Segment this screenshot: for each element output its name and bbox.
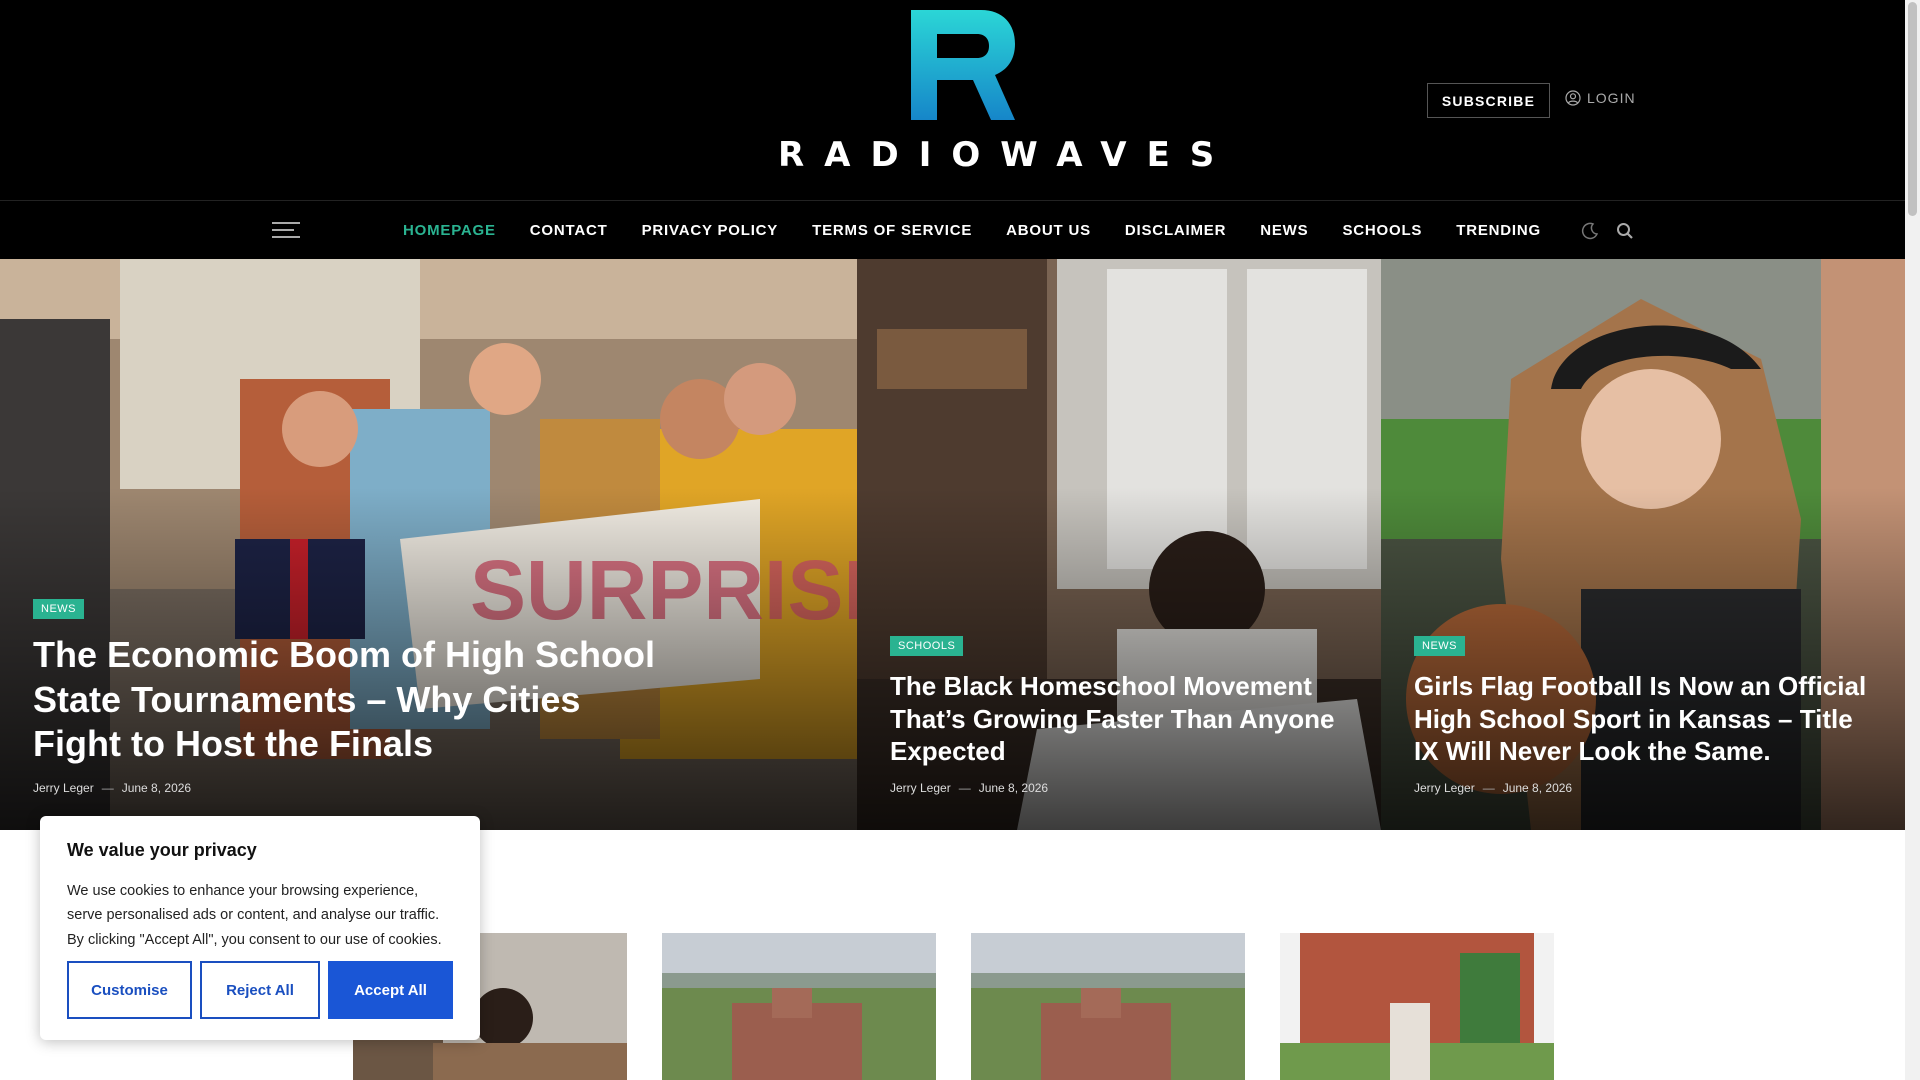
meta-separator: — <box>101 781 114 795</box>
nav-item-schools[interactable]: SCHOOLS <box>1342 222 1422 239</box>
user-icon <box>1565 90 1581 106</box>
featured-post-content: NEWS The Economic Boom of High School St… <box>33 599 827 795</box>
logo-mark-icon <box>911 10 1015 120</box>
category-badge[interactable]: NEWS <box>33 599 84 620</box>
nav-item-trending[interactable]: TRENDING <box>1456 222 1541 239</box>
post-thumbnail[interactable] <box>662 933 936 1080</box>
thumbnail-image <box>662 933 936 1080</box>
nav-item-news[interactable]: NEWS <box>1260 222 1308 239</box>
nav-item-contact[interactable]: CONTACT <box>530 222 608 239</box>
scrollbar-thumb[interactable] <box>1908 2 1917 216</box>
featured-post-title[interactable]: Girls Flag Football Is Now an Official H… <box>1414 670 1884 767</box>
subscribe-button[interactable]: SUBSCRIBE <box>1427 83 1550 118</box>
site-header: RADIOWAVES SUBSCRIBE LOGIN <box>0 0 1905 200</box>
cookie-buttons: Customise Reject All Accept All <box>67 961 453 1019</box>
featured-post-content: NEWS Girls Flag Football Is Now an Offic… <box>1414 636 1875 795</box>
cookie-title: We value your privacy <box>67 840 257 860</box>
post-date: June 8, 2026 <box>121 781 192 795</box>
thumbnail-image <box>1280 933 1554 1080</box>
post-date: June 8, 2026 <box>1502 781 1573 795</box>
logo-text: RADIOWAVES <box>778 135 1235 175</box>
accept-all-button[interactable]: Accept All <box>328 961 453 1019</box>
login-link[interactable]: LOGIN <box>1565 90 1636 106</box>
menu-icon[interactable] <box>272 222 300 240</box>
site-logo[interactable]: RADIOWAVES <box>758 10 1214 175</box>
meta-separator: — <box>1482 781 1495 795</box>
nav-item-privacy-policy[interactable]: PRIVACY POLICY <box>642 222 779 239</box>
meta-separator: — <box>958 781 971 795</box>
post-thumbnail[interactable] <box>971 933 1245 1080</box>
nav-item-terms-of-service[interactable]: TERMS OF SERVICE <box>812 222 972 239</box>
featured-post-1[interactable]: SURPRISE NEWS The Economic Boom of High … <box>0 259 857 830</box>
reject-all-button[interactable]: Reject All <box>200 961 320 1019</box>
post-author[interactable]: Jerry Leger <box>890 781 951 795</box>
page-scrollbar[interactable] <box>1905 0 1920 1080</box>
page: RADIOWAVES SUBSCRIBE LOGIN HOMEPAGE CONT… <box>0 0 1920 1080</box>
moon-icon[interactable] <box>1580 221 1600 241</box>
post-date: June 8, 2026 <box>978 781 1049 795</box>
category-badge[interactable]: SCHOOLS <box>890 636 964 657</box>
login-label: LOGIN <box>1587 90 1636 106</box>
post-meta: Jerry Leger — June 8, 2026 <box>33 781 827 795</box>
featured-post-content: SCHOOLS The Black Homeschool Movement Th… <box>890 636 1351 795</box>
category-badge[interactable]: NEWS <box>1414 636 1465 657</box>
customise-button[interactable]: Customise <box>67 961 192 1019</box>
thumbnail-image <box>971 933 1245 1080</box>
cookie-consent-dialog: We value your privacy We use cookies to … <box>40 816 480 1040</box>
featured-post-title[interactable]: The Economic Boom of High School State T… <box>33 633 673 767</box>
post-author[interactable]: Jerry Leger <box>1414 781 1475 795</box>
featured-post-3[interactable]: NEWS Girls Flag Football Is Now an Offic… <box>1381 259 1905 830</box>
post-meta: Jerry Leger — June 8, 2026 <box>1414 781 1875 795</box>
featured-post-title[interactable]: The Black Homeschool Movement That’s Gro… <box>890 670 1340 767</box>
main-nav: HOMEPAGE CONTACT PRIVACY POLICY TERMS OF… <box>0 200 1905 259</box>
nav-item-disclaimer[interactable]: DISCLAIMER <box>1125 222 1226 239</box>
nav-items: HOMEPAGE CONTACT PRIVACY POLICY TERMS OF… <box>386 201 1558 260</box>
nav-item-homepage[interactable]: HOMEPAGE <box>403 222 496 239</box>
nav-item-about-us[interactable]: ABOUT US <box>1006 222 1091 239</box>
post-author[interactable]: Jerry Leger <box>33 781 94 795</box>
featured-post-2[interactable]: SCHOOLS The Black Homeschool Movement Th… <box>857 259 1381 830</box>
post-thumbnail[interactable] <box>1280 933 1554 1080</box>
cookie-text: We use cookies to enhance your browsing … <box>67 883 442 948</box>
post-meta: Jerry Leger — June 8, 2026 <box>890 781 1351 795</box>
search-icon[interactable] <box>1615 221 1635 241</box>
